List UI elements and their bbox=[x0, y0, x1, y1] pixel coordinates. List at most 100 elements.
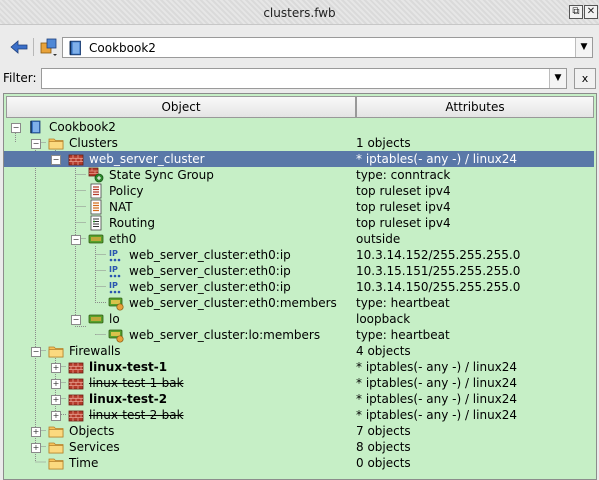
collapse-toggle[interactable]: − bbox=[31, 139, 41, 149]
tree-row-attr: type: heartbeat bbox=[356, 328, 450, 342]
failover-members-icon bbox=[108, 327, 124, 343]
tree-row-attr: top ruleset ipv4 bbox=[356, 200, 451, 214]
expand-toggle[interactable]: + bbox=[51, 363, 61, 373]
tree-row-objects[interactable]: + Objects 7 objects bbox=[4, 423, 594, 439]
expand-toggle[interactable]: + bbox=[51, 411, 61, 421]
tree-row-eth0[interactable]: − eth0 outside bbox=[4, 231, 594, 247]
tree-row-attr: loopback bbox=[356, 312, 411, 326]
tree-row-firewall[interactable]: + linux-test-2-bak * iptables(- any -) /… bbox=[4, 407, 594, 423]
window-title: clusters.fwb bbox=[263, 6, 336, 20]
tree-row-label: Clusters bbox=[69, 136, 118, 150]
tree-row-ip-address[interactable]: web_server_cluster:eth0:ip 10.3.15.151/2… bbox=[4, 263, 594, 279]
tree-row-state-sync-group[interactable]: State Sync Group type: conntrack bbox=[4, 167, 594, 183]
expand-toggle[interactable]: + bbox=[31, 427, 41, 437]
ip-address-icon bbox=[108, 279, 124, 295]
tree-row-label: Services bbox=[69, 440, 120, 454]
library-select-value: Cookbook2 bbox=[89, 41, 156, 55]
tree-row-firewalls[interactable]: − Firewalls 4 objects bbox=[4, 343, 594, 359]
tree-row-attr: top ruleset ipv4 bbox=[356, 216, 451, 230]
folder-icon bbox=[48, 439, 64, 455]
tree-row-attr: top ruleset ipv4 bbox=[356, 184, 451, 198]
back-arrow-icon[interactable] bbox=[8, 36, 30, 58]
expand-toggle[interactable]: + bbox=[31, 443, 41, 453]
tree-row-attr: 8 objects bbox=[356, 440, 411, 454]
tree-row-firewall[interactable]: + linux-test-2 * iptables(- any -) / lin… bbox=[4, 391, 594, 407]
tree-row-lo-members[interactable]: web_server_cluster:lo:members type: hear… bbox=[4, 327, 594, 343]
tree-row-label: web_server_cluster:eth0:ip bbox=[129, 264, 291, 278]
nat-ruleset-icon bbox=[88, 199, 104, 215]
tree-row-policy[interactable]: Policy top ruleset ipv4 bbox=[4, 183, 594, 199]
interface-icon bbox=[88, 231, 104, 247]
window-titlebar: clusters.fwb ⧉ ✕ bbox=[0, 0, 599, 25]
tree-row-nat[interactable]: NAT top ruleset ipv4 bbox=[4, 199, 594, 215]
close-window-button[interactable]: ✕ bbox=[584, 5, 598, 19]
tree-row-label: web_server_cluster:lo:members bbox=[129, 328, 321, 342]
tree-row-attr: 4 objects bbox=[356, 344, 411, 358]
tree-row-firewall[interactable]: + linux-test-1-bak * iptables(- any -) /… bbox=[4, 375, 594, 391]
tree-row-label: linux-test-2 bbox=[89, 392, 168, 406]
tree-row-web-server-cluster[interactable]: − web_server_cluster * iptables(- any -)… bbox=[4, 151, 594, 167]
collapse-toggle[interactable]: − bbox=[71, 315, 81, 325]
tree-row-label: NAT bbox=[109, 200, 133, 214]
tree-row-label: Firewalls bbox=[69, 344, 121, 358]
failover-members-icon bbox=[108, 295, 124, 311]
tree-row-attr: 10.3.14.152/255.255.255.0 bbox=[356, 248, 521, 262]
firewall-icon bbox=[68, 407, 84, 423]
tree-row-attr: type: conntrack bbox=[356, 168, 451, 182]
collapse-toggle[interactable]: − bbox=[51, 155, 61, 165]
tree-row-ip-address[interactable]: web_server_cluster:eth0:ip 10.3.14.152/2… bbox=[4, 247, 594, 263]
object-tree[interactable]: Object Attributes − Cookbook2 − Clusters… bbox=[3, 93, 597, 480]
collapse-toggle[interactable]: − bbox=[11, 123, 21, 133]
ip-address-icon bbox=[108, 263, 124, 279]
tree-row-label: Objects bbox=[69, 424, 115, 438]
tree-row-services[interactable]: + Services 8 objects bbox=[4, 439, 594, 455]
tree-row-label: linux-test-1-bak bbox=[89, 376, 184, 390]
tree-row-routing[interactable]: Routing top ruleset ipv4 bbox=[4, 215, 594, 231]
routing-ruleset-icon bbox=[88, 215, 104, 231]
new-object-icon[interactable] bbox=[38, 36, 60, 58]
tree-row-label: Cookbook2 bbox=[49, 120, 116, 134]
chevron-down-icon[interactable]: ▼ bbox=[549, 69, 566, 88]
tree-row-attr: 10.3.15.151/255.255.255.0 bbox=[356, 264, 521, 278]
firewall-icon bbox=[68, 391, 84, 407]
tree-row-attr: * iptables(- any -) / linux24 bbox=[356, 408, 518, 422]
tree-row-attr: 0 objects bbox=[356, 456, 411, 470]
tree-row-ip-address[interactable]: web_server_cluster:eth0:ip 10.3.14.150/2… bbox=[4, 279, 594, 295]
tree-row-firewall[interactable]: + linux-test-1 * iptables(- any -) / lin… bbox=[4, 359, 594, 375]
library-select[interactable]: Cookbook2 ▼ bbox=[62, 37, 593, 58]
expand-toggle[interactable]: + bbox=[51, 395, 61, 405]
filter-input[interactable]: ▼ bbox=[41, 68, 567, 89]
tree-row-attr: 1 objects bbox=[356, 136, 411, 150]
tree-row-label: web_server_cluster:eth0:ip bbox=[129, 248, 291, 262]
tree-row-time[interactable]: Time 0 objects bbox=[4, 455, 594, 471]
folder-icon bbox=[48, 423, 64, 439]
tree-row-label: lo bbox=[109, 312, 120, 326]
expand-toggle[interactable]: + bbox=[51, 379, 61, 389]
clear-filter-button[interactable]: x bbox=[574, 68, 596, 89]
firewall-icon bbox=[68, 375, 84, 391]
folder-icon bbox=[48, 135, 64, 151]
filter-bar: Filter: ▼ x bbox=[0, 66, 599, 92]
tree-row-attr: * iptables(- any -) / linux24 bbox=[356, 360, 518, 374]
float-window-button[interactable]: ⧉ bbox=[569, 5, 583, 19]
tree-row-lo[interactable]: − lo loopback bbox=[4, 311, 594, 327]
filter-label: Filter: bbox=[3, 71, 37, 85]
tree-row-eth0-members[interactable]: web_server_cluster:eth0:members type: he… bbox=[4, 295, 594, 311]
tree-row-clusters[interactable]: − Clusters 1 objects bbox=[4, 135, 594, 151]
tree-row-label: State Sync Group bbox=[109, 168, 214, 182]
tree-row-label: eth0 bbox=[109, 232, 137, 246]
tree-row-label: web_server_cluster bbox=[89, 152, 205, 166]
tree-row-cookbook2[interactable]: − Cookbook2 bbox=[4, 119, 594, 135]
tree-row-label: linux-test-1 bbox=[89, 360, 168, 374]
chevron-down-icon[interactable]: ▼ bbox=[575, 38, 592, 57]
tree-row-attr: * iptables(- any -) / linux24 bbox=[356, 376, 518, 390]
tree-row-label: Routing bbox=[109, 216, 156, 230]
tree-row-attr: 7 objects bbox=[356, 424, 411, 438]
tree-row-label: web_server_cluster:eth0:ip bbox=[129, 280, 291, 294]
collapse-toggle[interactable]: − bbox=[31, 347, 41, 357]
toolbar: Cookbook2 ▼ bbox=[0, 30, 599, 64]
ip-address-icon bbox=[108, 247, 124, 263]
collapse-toggle[interactable]: − bbox=[71, 235, 81, 245]
firewall-icon bbox=[68, 359, 84, 375]
tree-row-attr: outside bbox=[356, 232, 401, 246]
